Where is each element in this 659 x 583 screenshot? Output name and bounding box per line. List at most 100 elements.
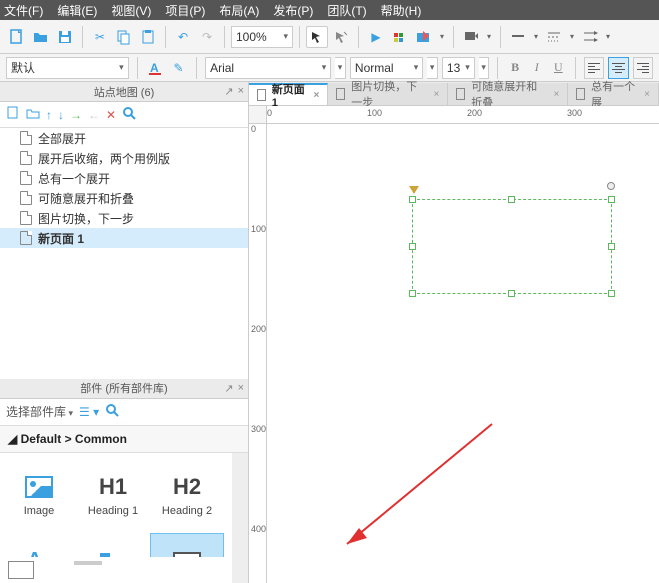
align-right-button[interactable] bbox=[633, 57, 653, 79]
document-tabs: 新页面 1×图片切换，下一步×可随意展开和折叠×总有一个展× bbox=[249, 82, 659, 106]
menu-team[interactable]: 团队(T) bbox=[327, 2, 366, 19]
sitemap-item[interactable]: 总有一个展开 bbox=[0, 168, 248, 188]
menubar: 文件(F) 编辑(E) 视图(V) 项目(P) 布局(A) 发布(P) 团队(T… bbox=[0, 0, 659, 20]
delete-page-button[interactable]: ✕ bbox=[106, 108, 116, 122]
document-tab[interactable]: 图片切换，下一步× bbox=[328, 83, 448, 105]
paste-button[interactable] bbox=[137, 26, 159, 48]
sitemap-item[interactable]: 展开后收缩，两个用例版 bbox=[0, 148, 248, 168]
font-select[interactable]: Arial bbox=[205, 57, 331, 79]
preview-options-button[interactable] bbox=[389, 26, 411, 48]
widget-item-h2[interactable]: H2Heading 2 bbox=[150, 459, 224, 533]
para-icon bbox=[98, 549, 128, 558]
open-folder-button[interactable] bbox=[30, 26, 52, 48]
close-icon[interactable]: × bbox=[553, 89, 559, 100]
resize-handle-nw[interactable] bbox=[409, 196, 416, 203]
line-button[interactable] bbox=[507, 26, 529, 48]
menu-edit[interactable]: 编辑(E) bbox=[57, 2, 97, 19]
arrowstyle-dropdown[interactable]: ▾ bbox=[603, 32, 613, 41]
selected-rectangle[interactable] bbox=[412, 199, 612, 294]
sitemap-item[interactable]: 新页面 1 bbox=[0, 228, 248, 248]
widget-item-h1[interactable]: H1Heading 1 bbox=[76, 459, 150, 533]
ruler-tick: 200 bbox=[251, 324, 266, 334]
menu-layout[interactable]: 布局(A) bbox=[219, 2, 259, 19]
zoom-select[interactable]: 100% bbox=[231, 26, 293, 48]
resize-handle-se[interactable] bbox=[608, 290, 615, 297]
rotate-handle[interactable] bbox=[607, 182, 615, 190]
publish-dropdown[interactable]: ▾ bbox=[437, 32, 447, 41]
move-down-button[interactable]: ↓ bbox=[58, 108, 64, 122]
menu-project[interactable]: 项目(P) bbox=[165, 2, 205, 19]
move-left-button[interactable]: ← bbox=[88, 108, 100, 122]
align-center-button[interactable] bbox=[608, 57, 628, 79]
resize-handle-s[interactable] bbox=[508, 290, 515, 297]
widget-search-button[interactable] bbox=[105, 403, 119, 420]
canvas[interactable] bbox=[267, 124, 659, 583]
sitemap-item[interactable]: 图片切换，下一步 bbox=[0, 208, 248, 228]
panel-close-icon[interactable]: × bbox=[238, 85, 244, 98]
size-select[interactable]: 13 bbox=[442, 57, 475, 79]
widget-item-image[interactable]: Image bbox=[2, 459, 76, 533]
underline-button[interactable]: U bbox=[550, 58, 568, 78]
move-right-button[interactable]: → bbox=[70, 108, 82, 122]
widget-item-para[interactable]: Paragraph bbox=[76, 533, 150, 558]
line-dropdown[interactable]: ▾ bbox=[531, 32, 541, 41]
widgets-close-icon[interactable]: × bbox=[238, 382, 244, 395]
arrowstyle-button[interactable] bbox=[579, 26, 601, 48]
menu-publish[interactable]: 发布(P) bbox=[273, 2, 313, 19]
move-up-button[interactable]: ↑ bbox=[46, 108, 52, 122]
widget-lib-select[interactable]: 选择部件库 bbox=[6, 403, 73, 420]
linestyle-button[interactable] bbox=[543, 26, 565, 48]
resize-handle-n[interactable] bbox=[508, 196, 515, 203]
close-icon[interactable]: × bbox=[433, 89, 439, 100]
widget-library-title[interactable]: ◢ Default > Common bbox=[0, 425, 248, 453]
fill-button[interactable] bbox=[460, 26, 482, 48]
copy-button[interactable] bbox=[113, 26, 135, 48]
sitemap-item[interactable]: 全部展开 bbox=[0, 128, 248, 148]
connect-mode-button[interactable] bbox=[330, 26, 352, 48]
italic-button[interactable]: I bbox=[528, 58, 546, 78]
linestyle-dropdown[interactable]: ▾ bbox=[567, 32, 577, 41]
document-tab[interactable]: 可随意展开和折叠× bbox=[448, 83, 568, 105]
text-color-button[interactable]: A bbox=[146, 57, 165, 79]
resize-handle-sw[interactable] bbox=[409, 290, 416, 297]
preview-button[interactable]: ▶ bbox=[365, 26, 387, 48]
align-left-button[interactable] bbox=[584, 57, 604, 79]
search-sitemap-button[interactable] bbox=[122, 106, 136, 123]
widget-menu-button[interactable]: ☰ ▾ bbox=[79, 405, 99, 419]
add-page-button[interactable]: + bbox=[6, 106, 20, 123]
size-dropdown[interactable]: ▾ bbox=[479, 57, 490, 79]
sitemap-item[interactable]: 可随意展开和折叠 bbox=[0, 188, 248, 208]
menu-view[interactable]: 视图(V) bbox=[111, 2, 151, 19]
resize-handle-e[interactable] bbox=[608, 243, 615, 250]
weight-dropdown[interactable]: ▾ bbox=[427, 57, 438, 79]
document-tab[interactable]: 总有一个展× bbox=[568, 83, 659, 105]
sitemap-item-label: 总有一个展开 bbox=[38, 170, 110, 187]
font-dropdown[interactable]: ▾ bbox=[335, 57, 346, 79]
bold-button[interactable]: B bbox=[506, 58, 524, 78]
menu-help[interactable]: 帮助(H) bbox=[381, 2, 422, 19]
add-folder-button[interactable] bbox=[26, 107, 40, 122]
widget-item-rect[interactable]: Rectangle bbox=[150, 533, 224, 558]
close-icon[interactable]: × bbox=[313, 90, 319, 101]
new-file-button[interactable] bbox=[6, 26, 28, 48]
annotation-marker-icon[interactable] bbox=[409, 186, 419, 194]
select-mode-button[interactable] bbox=[306, 26, 328, 48]
widget-item-label[interactable]: ALabel bbox=[2, 533, 76, 558]
cut-button[interactable]: ✂ bbox=[89, 26, 111, 48]
resize-handle-w[interactable] bbox=[409, 243, 416, 250]
style-select[interactable]: 默认 bbox=[6, 57, 129, 79]
publish-button[interactable] bbox=[413, 26, 435, 48]
close-icon[interactable]: × bbox=[644, 89, 650, 100]
eyedropper-button[interactable]: ✎ bbox=[169, 57, 188, 79]
weight-select[interactable]: Normal bbox=[350, 57, 423, 79]
document-tab[interactable]: 新页面 1× bbox=[249, 83, 328, 105]
widgets-menu-icon[interactable]: ↗ bbox=[224, 382, 233, 395]
resize-handle-ne[interactable] bbox=[608, 196, 615, 203]
page-icon bbox=[20, 211, 32, 225]
redo-button[interactable]: ↷ bbox=[196, 26, 218, 48]
menu-file[interactable]: 文件(F) bbox=[4, 2, 43, 19]
panel-menu-icon[interactable]: ↗ bbox=[224, 85, 233, 98]
undo-button[interactable]: ↶ bbox=[172, 26, 194, 48]
fill-dropdown[interactable]: ▾ bbox=[484, 32, 494, 41]
save-button[interactable] bbox=[54, 26, 76, 48]
